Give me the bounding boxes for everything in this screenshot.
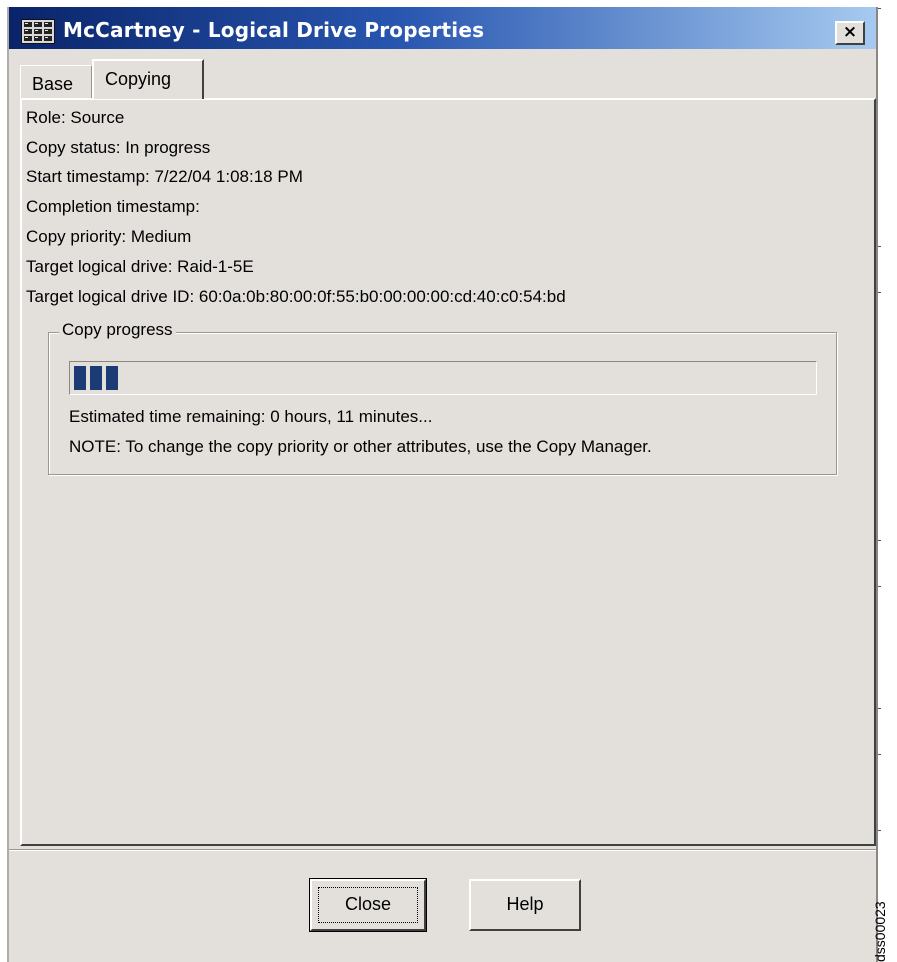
copy-progress-legend: Copy progress: [59, 320, 176, 340]
help-button-label: Help: [506, 894, 544, 914]
logical-drive-properties-dialog: McCartney - Logical Drive Properties × B…: [7, 7, 878, 962]
edge-ticks: [878, 0, 884, 962]
estimated-time-text: Estimated time remaining: 0 hours, 11 mi…: [69, 407, 433, 426]
completion-timestamp-text: Completion timestamp:: [26, 197, 200, 216]
help-button[interactable]: Help: [469, 879, 581, 931]
title-bar[interactable]: McCartney - Logical Drive Properties ×: [9, 7, 876, 49]
progress-fill: [74, 366, 118, 390]
tab-copying[interactable]: Copying: [92, 59, 204, 99]
copy-progress-group: Copy progress Estimated time remaining: …: [48, 320, 837, 475]
tick: [878, 830, 881, 831]
tab-base-label: Base: [32, 74, 74, 94]
target-drive-id-text: Target logical drive ID: 60:0a:0b:80:00:…: [26, 287, 566, 306]
close-button[interactable]: Close: [309, 878, 427, 932]
figure-id-watermark: dss00023: [872, 901, 888, 962]
copying-tab-panel: Role: Source Copy status: In progress St…: [20, 98, 876, 846]
button-separator: [9, 849, 876, 851]
copy-priority-text: Copy priority: Medium: [26, 227, 192, 246]
server-grid-icon: [21, 19, 55, 44]
tab-copying-label: Copying: [105, 69, 172, 89]
tick: [878, 246, 881, 247]
window-close-button[interactable]: ×: [835, 21, 865, 45]
role-text: Role: Source: [26, 108, 125, 127]
copy-status-text: Copy status: In progress: [26, 138, 211, 157]
copy-progress-bar: [69, 361, 817, 395]
target-drive-text: Target logical drive: Raid-1-5E: [26, 257, 254, 276]
focus-ring: [318, 887, 418, 923]
progress-chunk: [74, 366, 86, 390]
tab-base[interactable]: Base: [20, 65, 92, 99]
progress-chunk: [90, 366, 102, 390]
copy-manager-note: NOTE: To change the copy priority or oth…: [69, 437, 652, 456]
progress-chunk: [106, 366, 118, 390]
close-icon: ×: [842, 22, 858, 42]
tick: [878, 292, 881, 293]
tick: [878, 754, 881, 755]
tick: [878, 540, 881, 541]
tick: [878, 586, 881, 587]
tick: [878, 8, 881, 9]
start-timestamp-text: Start timestamp: 7/22/04 1:08:18 PM: [26, 167, 303, 186]
tick: [878, 708, 881, 709]
window-title: McCartney - Logical Drive Properties: [63, 18, 485, 42]
